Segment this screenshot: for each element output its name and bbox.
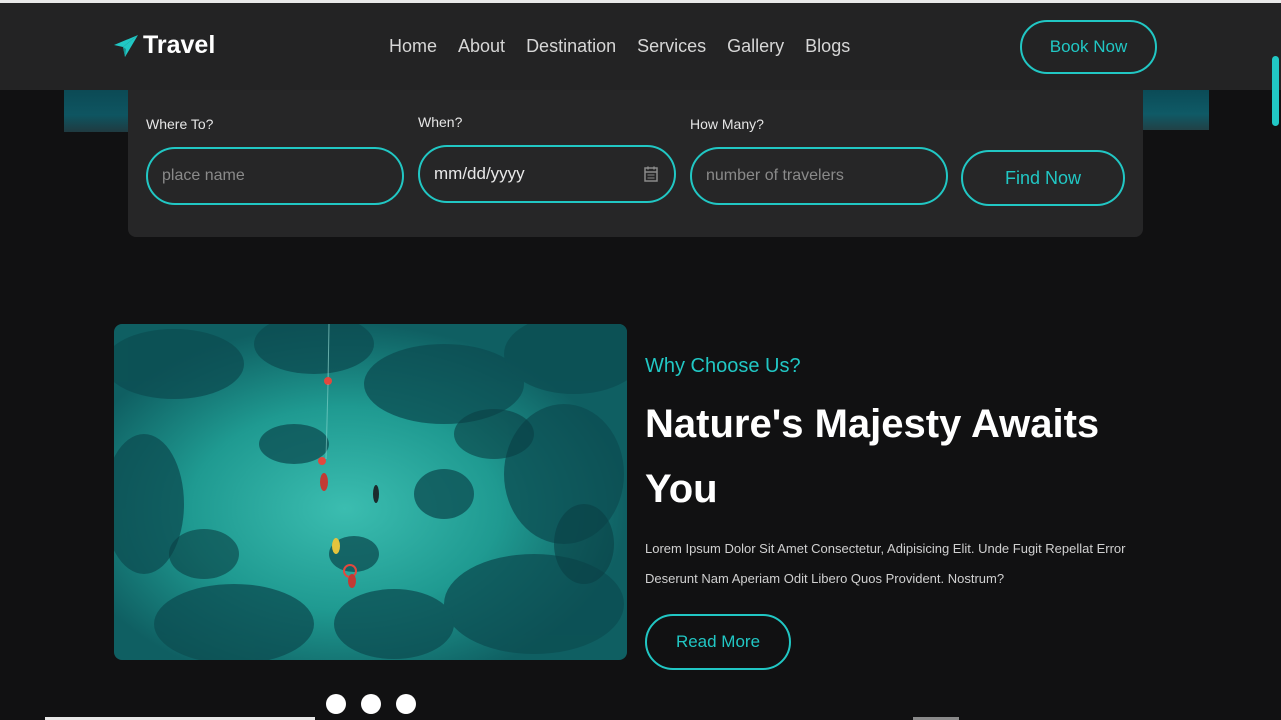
brand-logo[interactable]: Travel [113,31,215,60]
nav-item-home[interactable]: Home [389,36,437,57]
slider-dot[interactable] [396,694,416,714]
brand-name: Travel [143,31,216,59]
where-input[interactable]: place name [146,147,404,205]
when-date-input[interactable]: mm/dd/yyyy [418,145,676,203]
slider-dot[interactable] [361,694,381,714]
aerial-ocean-divers-image [114,324,627,660]
when-label: When? [418,114,463,130]
read-more-button[interactable]: Read More [645,614,791,670]
travelers-input[interactable]: number of travelers [690,147,948,205]
book-now-button[interactable]: Book Now [1020,20,1157,74]
where-placeholder: place name [162,167,245,184]
slider-dots [326,694,416,714]
how-many-label: How Many? [690,116,764,132]
section-body: Lorem Ipsum Dolor Sit Amet Consectetur, … [645,541,1126,586]
when-value: mm/dd/yyyy [434,164,525,183]
nav-item-gallery[interactable]: Gallery [727,36,784,57]
paper-plane-icon [113,34,139,58]
slider-dot[interactable] [326,694,346,714]
nav-item-services[interactable]: Services [637,36,706,57]
site-header: Travel Home About Destination Services G… [0,3,1281,90]
main-nav: Home About Destination Services Gallery … [389,36,850,57]
section-headline: Nature's Majesty Awaits You [645,402,1100,511]
calendar-icon[interactable] [644,166,658,187]
nav-item-blogs[interactable]: Blogs [805,36,850,57]
where-label: Where To? [146,116,214,132]
nav-item-destination[interactable]: Destination [526,36,616,57]
section-eyebrow: Why Choose Us? [645,355,801,377]
page: Travel Home About Destination Services G… [0,0,1281,720]
travelers-placeholder: number of travelers [706,167,844,184]
page-scrollbar-thumb[interactable] [1272,56,1279,126]
find-now-button[interactable]: Find Now [961,150,1125,206]
nav-item-about[interactable]: About [458,36,505,57]
hero-image-peek-right [1143,90,1209,130]
hero-image-peek-left [64,90,134,132]
